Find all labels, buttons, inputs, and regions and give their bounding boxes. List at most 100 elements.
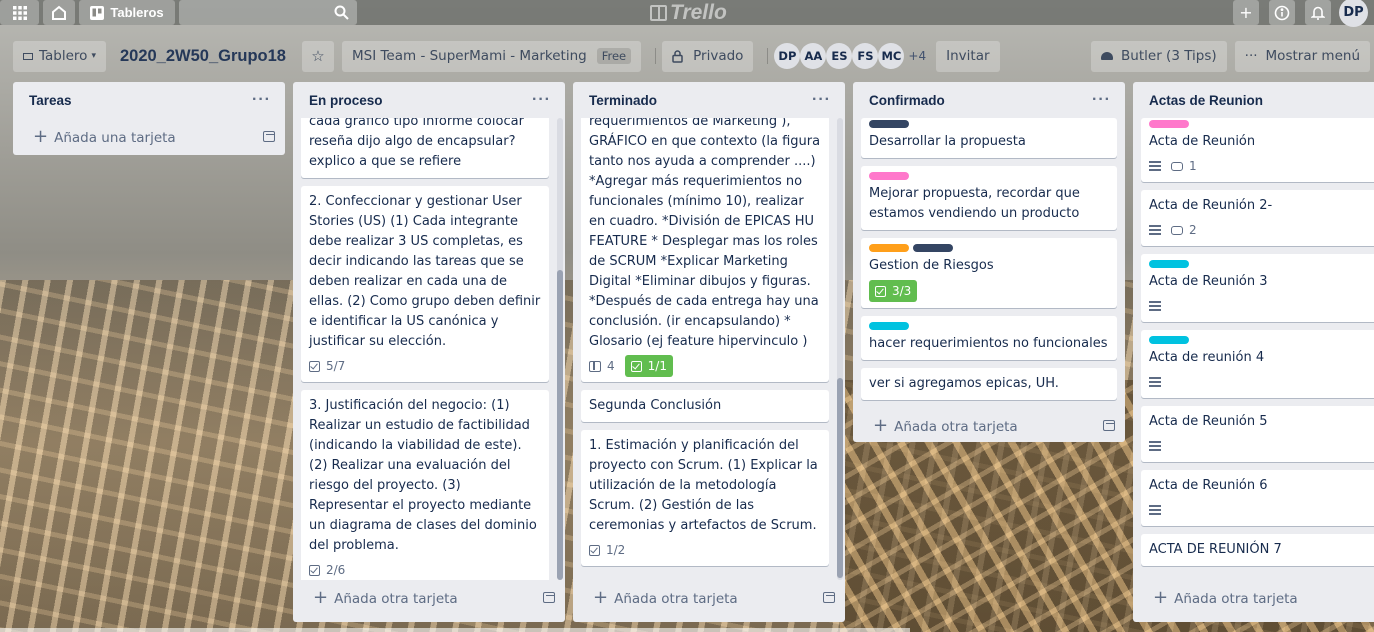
list-header[interactable]: Actas de Reunion (1133, 82, 1374, 118)
card-labels (1149, 260, 1374, 268)
card-badges: 2 (1149, 220, 1374, 240)
card[interactable]: Segunda Conclusión (581, 390, 829, 422)
card[interactable]: requerimientos de Marketing ), GRÁFICO e… (581, 118, 829, 382)
member-avatar[interactable]: FS (852, 43, 879, 69)
template-icon[interactable] (263, 131, 275, 142)
checklist-complete-badge: 1/1 (624, 355, 673, 377)
card[interactable]: ACTA DE REUNIÓN 7 (1141, 534, 1374, 566)
star-button[interactable]: ☆ (301, 40, 334, 72)
comment-count: 1 (1189, 159, 1197, 173)
add-card-button[interactable]: + Añada otra tarjeta (293, 580, 565, 614)
comments-badge: 2 (1171, 220, 1197, 240)
search-input[interactable] (179, 0, 357, 25)
list-title[interactable]: Tareas (29, 93, 72, 108)
template-icon[interactable] (1103, 419, 1115, 431)
list-scrollbar[interactable] (557, 118, 563, 580)
info-button[interactable] (1269, 0, 1295, 25)
notifications-button[interactable] (1305, 0, 1331, 25)
create-button[interactable]: + (1233, 0, 1259, 25)
member-avatar[interactable]: DP (774, 43, 801, 69)
home-button[interactable] (43, 0, 75, 25)
user-avatar[interactable]: DP (1339, 0, 1368, 27)
card-title: Acta de Reunión (1149, 134, 1256, 149)
visibility-label: Privado (693, 48, 744, 64)
checklist-count: 1/2 (606, 543, 626, 557)
checklist-icon (309, 360, 320, 372)
add-card-label: Añada otra tarjeta (894, 418, 1018, 435)
template-icon[interactable] (823, 591, 835, 603)
label-orange[interactable] (869, 244, 909, 252)
description-icon (1149, 377, 1161, 387)
list-menu-icon[interactable]: ··· (252, 91, 271, 109)
add-card-button[interactable]: + Añada otra tarjeta (1133, 580, 1374, 614)
apps-grid-button[interactable] (0, 0, 39, 25)
scrollbar-thumb[interactable] (557, 270, 563, 580)
card[interactable]: Acta de Reunión 5 (1141, 406, 1374, 462)
label-navy[interactable] (913, 244, 953, 252)
list-title[interactable]: Confirmado (869, 93, 945, 108)
add-card-button[interactable]: + Añada otra tarjeta (573, 580, 845, 614)
list-header[interactable]: En proceso ··· (293, 82, 565, 118)
label-sky[interactable] (1149, 336, 1189, 344)
card[interactable]: Acta de Reunión 1 (1141, 118, 1374, 182)
list-header[interactable]: Tareas ··· (13, 82, 285, 118)
card[interactable]: ver si agregamos epicas, UH. (861, 368, 1117, 400)
lock-icon (672, 49, 683, 63)
search-icon (334, 5, 349, 20)
invite-button[interactable]: Invitar (936, 40, 1000, 72)
boards-button[interactable]: Tableros (79, 0, 175, 25)
list-title[interactable]: En proceso (309, 93, 383, 108)
board-view-switcher[interactable]: Tablero ▾ (13, 40, 106, 72)
list-menu-icon[interactable]: ··· (532, 91, 551, 109)
label-pink[interactable] (869, 172, 909, 180)
template-icon[interactable] (543, 591, 555, 603)
board-horizontal-scrollbar[interactable] (0, 628, 910, 632)
plus-icon: + (1153, 586, 1169, 608)
member-avatar[interactable]: ES (826, 43, 853, 69)
board-link-icon (589, 360, 601, 372)
divider (767, 48, 769, 64)
card[interactable]: Mejorar propuesta, recordar que estamos … (861, 166, 1117, 230)
trello-logo[interactable]: Trello (650, 0, 727, 25)
checklist-count: 2/6 (326, 563, 346, 577)
list-scrollbar[interactable] (837, 118, 843, 580)
show-menu-button[interactable]: ··· Mostrar menú (1234, 40, 1370, 72)
list-header[interactable]: Confirmado ··· (853, 82, 1125, 118)
card-title: Desarrollar la propuesta (869, 134, 1026, 149)
label-sky[interactable] (1149, 260, 1189, 268)
card[interactable]: Desarrollar la propuesta (861, 118, 1117, 158)
card[interactable]: Acta de reunión 4 (1141, 330, 1374, 398)
card-title: Acta de reunión 4 (1149, 350, 1265, 365)
card[interactable]: Gestion de Riesgos 3/3 (861, 238, 1117, 308)
add-card-button[interactable]: + Añada otra tarjeta (853, 408, 1125, 442)
list-header[interactable]: Terminado ··· (573, 82, 845, 118)
label-pink[interactable] (1149, 120, 1189, 128)
card[interactable]: 2. Confeccionar y gestionar User Stories… (301, 186, 549, 382)
team-button[interactable]: MSI Team - SuperMami - Marketing Free (341, 40, 642, 72)
card[interactable]: cada gráfico tipo informe colocar reseña… (301, 118, 549, 178)
label-navy[interactable] (869, 120, 909, 128)
list-title[interactable]: Terminado (589, 93, 657, 108)
scrollbar-thumb[interactable] (837, 378, 843, 578)
card[interactable]: Acta de Reunión 6 (1141, 470, 1374, 526)
add-card-button[interactable]: + Añada una tarjeta (13, 118, 285, 155)
member-avatar[interactable]: AA (800, 43, 827, 69)
card[interactable]: Acta de Reunión 3 (1141, 254, 1374, 322)
card[interactable]: Acta de Reunión 2- 2 (1141, 190, 1374, 246)
list-title[interactable]: Actas de Reunion (1149, 93, 1263, 108)
more-members[interactable]: +4 (908, 49, 926, 63)
member-avatar[interactable]: MC (878, 43, 905, 69)
visibility-button[interactable]: Privado (662, 40, 754, 72)
list-menu-icon[interactable]: ··· (1092, 91, 1111, 109)
butler-button[interactable]: Butler (3 Tips) (1091, 40, 1227, 72)
card[interactable]: 3. Justificación del negocio: (1) Realiz… (301, 390, 549, 580)
plus-icon: + (873, 414, 889, 436)
board-title[interactable]: 2020_2W50_Grupo18 (120, 47, 286, 66)
checklist-icon (589, 544, 600, 556)
list-menu-icon[interactable]: ··· (812, 91, 831, 109)
card-badges (1149, 500, 1374, 520)
card-labels (869, 120, 1109, 128)
card[interactable]: hacer requerimientos no funcionales (861, 316, 1117, 360)
label-sky[interactable] (869, 322, 909, 330)
card[interactable]: 1. Estimación y planificación del proyec… (581, 430, 829, 566)
